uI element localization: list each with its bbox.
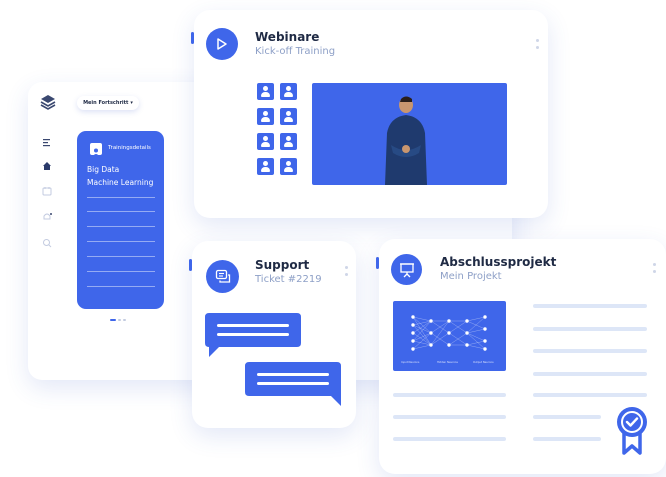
diagram-label-output: Output Neurons bbox=[473, 361, 494, 364]
panel-divider bbox=[87, 226, 155, 227]
panel-divider bbox=[87, 241, 155, 242]
neural-network-diagram: Input Neurons Hidden Neurons Output Neur… bbox=[393, 301, 506, 371]
chat-support-icon[interactable] bbox=[206, 260, 239, 293]
accent-marker bbox=[376, 257, 379, 269]
final-project-card[interactable]: Abschlussprojekt Mein Projekt Input Neur… bbox=[376, 239, 666, 474]
presenter-video[interactable] bbox=[312, 83, 507, 185]
text-line bbox=[533, 327, 647, 331]
presenter-figure bbox=[385, 96, 427, 185]
text-line bbox=[533, 304, 647, 308]
accent-marker bbox=[191, 32, 194, 44]
text-line bbox=[393, 415, 506, 419]
panel-line-big-data: Big Data bbox=[87, 165, 120, 174]
more-options-icon[interactable] bbox=[536, 39, 540, 53]
layers-logo-icon bbox=[40, 94, 56, 110]
project-title: Abschlussprojekt bbox=[440, 255, 557, 269]
award-badge-icon bbox=[615, 406, 649, 456]
participant-avatar bbox=[280, 158, 297, 175]
text-line bbox=[533, 372, 647, 376]
chat-bubble-outgoing bbox=[245, 362, 341, 408]
text-line bbox=[393, 437, 506, 441]
participant-avatar bbox=[257, 133, 274, 150]
webinar-card[interactable]: Webinare Kick-off Training bbox=[191, 10, 548, 218]
home-icon[interactable] bbox=[42, 156, 52, 170]
search-icon[interactable] bbox=[42, 233, 52, 248]
diagram-label-input: Input Neurons bbox=[401, 361, 420, 364]
bell-icon[interactable] bbox=[42, 207, 52, 220]
panel-line-ml: Machine Learning bbox=[87, 178, 154, 187]
participant-avatar bbox=[257, 83, 274, 100]
progress-dropdown[interactable]: Mein Fortschritt ▾ bbox=[77, 96, 139, 110]
project-subtitle: Mein Projekt bbox=[440, 271, 502, 282]
training-details-panel[interactable]: Trainingsdetails Big Data Machine Learni… bbox=[77, 131, 164, 309]
webinar-title: Webinare bbox=[255, 30, 320, 44]
support-title: Support bbox=[255, 258, 310, 272]
panel-divider bbox=[87, 256, 155, 257]
panel-divider bbox=[87, 286, 155, 287]
text-line bbox=[533, 393, 647, 397]
presentation-icon[interactable] bbox=[391, 254, 422, 285]
diagram-label-hidden: Hidden Neurons bbox=[437, 361, 458, 364]
webinar-subtitle: Kick-off Training bbox=[255, 46, 336, 57]
play-icon[interactable] bbox=[206, 28, 238, 60]
participant-avatar bbox=[257, 108, 274, 125]
support-card[interactable]: Support Ticket #2219 bbox=[189, 241, 356, 428]
panel-divider bbox=[87, 211, 155, 212]
calendar-icon[interactable] bbox=[42, 181, 52, 196]
text-line bbox=[533, 437, 601, 441]
text-line bbox=[393, 393, 506, 397]
chevron-down-icon: ▾ bbox=[130, 100, 133, 106]
progress-dropdown-label: Mein Fortschritt bbox=[83, 100, 129, 106]
support-ticket: Ticket #2219 bbox=[255, 274, 322, 285]
text-line bbox=[533, 349, 647, 353]
menu-icon[interactable] bbox=[43, 132, 51, 147]
user-icon bbox=[90, 143, 102, 156]
panel-divider bbox=[87, 271, 155, 272]
panel-header: Trainingsdetails bbox=[108, 145, 151, 151]
accent-marker bbox=[189, 259, 192, 271]
panel-divider bbox=[87, 197, 155, 198]
pager-indicator[interactable] bbox=[110, 319, 128, 321]
chat-bubble-incoming bbox=[205, 313, 301, 359]
more-options-icon[interactable] bbox=[653, 263, 657, 277]
participant-avatar bbox=[280, 83, 297, 100]
more-options-icon[interactable] bbox=[345, 266, 349, 280]
participant-avatar bbox=[280, 108, 297, 125]
participant-avatar bbox=[280, 133, 297, 150]
text-line bbox=[533, 415, 601, 419]
participant-avatar bbox=[257, 158, 274, 175]
